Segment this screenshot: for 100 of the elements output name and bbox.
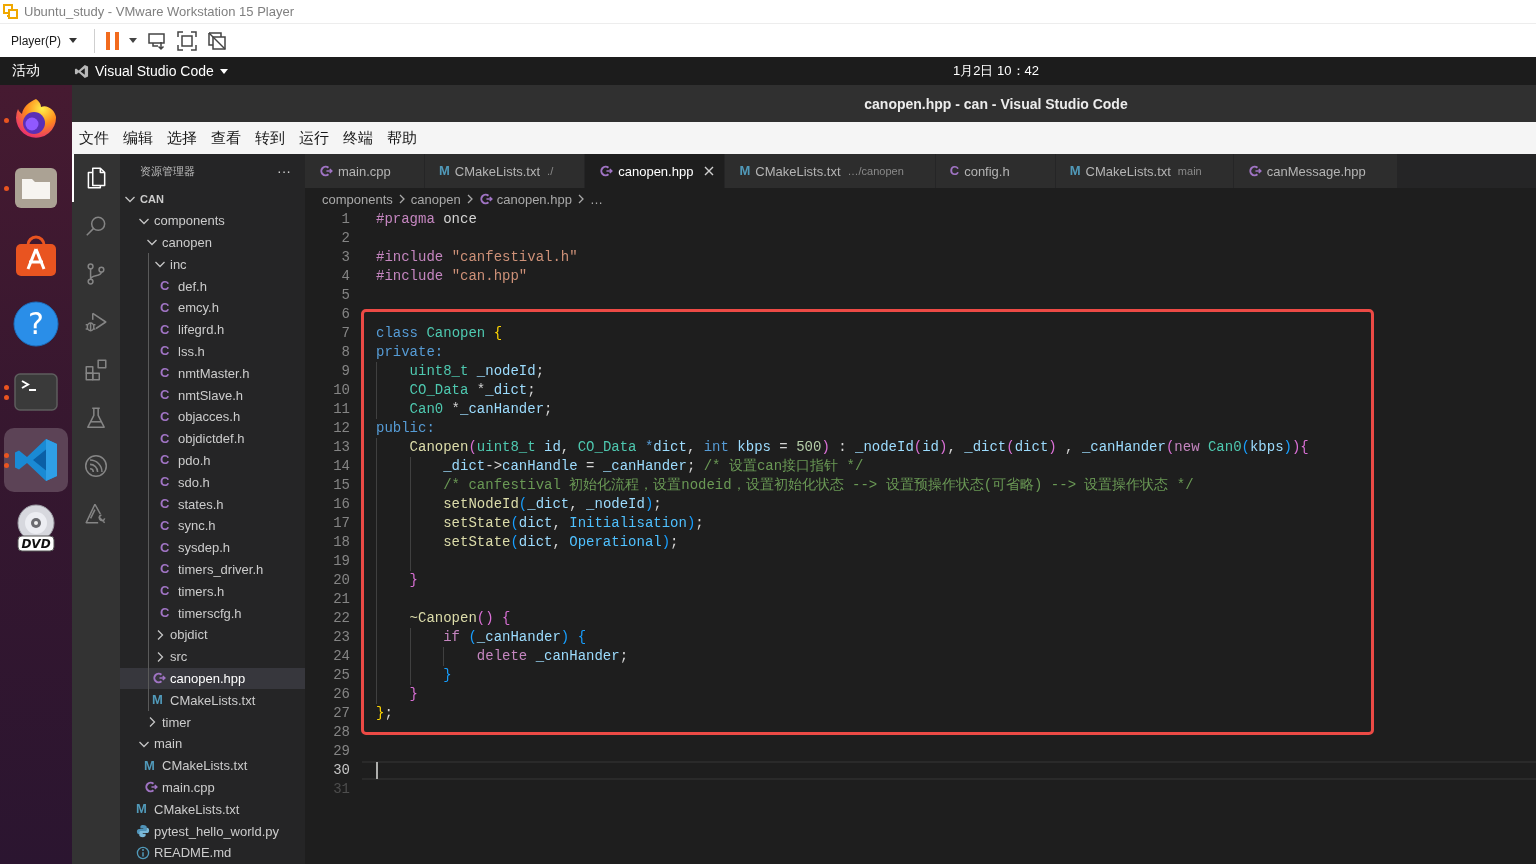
file-item[interactable]: M CMakeLists.txt	[120, 689, 305, 712]
line-number: 23	[333, 628, 350, 647]
code-line: Canopen(uint8_t id, CO_Data *dict, int kbps = 500) : _nodeId(id), _dict(dict) , _canHander(new Can0(kbps)){	[409, 438, 1309, 457]
crossed-window-icon[interactable]	[207, 30, 227, 51]
code-line: /* canfestival 初始化流程，设置nodeid，设置初始化状态 --> 设置预操作状态(可省略) --> 设置操作状态 */	[443, 476, 1194, 495]
wave-circle-icon	[83, 453, 109, 479]
c-file-icon: C	[160, 518, 170, 533]
line-number: 2	[341, 229, 350, 248]
breadcrumb-item[interactable]: …	[589, 191, 603, 207]
file-item[interactable]: pytest_hello_world.py	[120, 820, 305, 842]
file-item[interactable]: C sync.h	[120, 514, 305, 537]
file-item[interactable]: C objacces.h	[120, 405, 305, 428]
editor-tab[interactable]: C config.h	[935, 154, 1056, 188]
editor-tab[interactable]: canopen.hpp	[585, 154, 726, 188]
c-file-icon: C	[160, 279, 170, 294]
folder-item[interactable]: main	[120, 732, 305, 755]
line-number: 15	[333, 476, 350, 495]
menu-item[interactable]: 终端	[336, 125, 380, 151]
breadcrumb-item[interactable]: canopen.hpp	[478, 191, 572, 207]
file-item[interactable]: C lss.h	[120, 340, 305, 363]
line-number: 13	[333, 438, 350, 457]
cmake-file-icon: M	[144, 758, 155, 773]
line-number: 7	[341, 324, 350, 343]
more-actions-button[interactable]: ···	[277, 163, 291, 179]
c-file-icon: C	[160, 322, 170, 337]
breadcrumb-item[interactable]: components	[322, 191, 393, 207]
file-item[interactable]: M CMakeLists.txt	[120, 798, 305, 821]
file-item[interactable]: C timers.h	[120, 580, 305, 603]
monitor-arrow-icon[interactable]	[147, 30, 167, 51]
panel-title: 资源管理器	[140, 163, 195, 179]
file-item[interactable]: C objdictdef.h	[120, 427, 305, 450]
code-line: }	[409, 685, 418, 704]
menu-item[interactable]: 转到	[248, 125, 292, 151]
file-item[interactable]: C sysdep.h	[120, 536, 305, 559]
menu-item[interactable]: 查看	[204, 125, 248, 151]
clock-button[interactable]: 1月2日 10：42	[953, 62, 1039, 80]
file-item[interactable]: C pdo.h	[120, 449, 305, 472]
line-number: 22	[333, 609, 350, 628]
file-item[interactable]: canopen.hpp	[120, 667, 305, 690]
app-menu-button[interactable]: Visual Studio Code	[74, 63, 228, 79]
c-file-icon: C	[160, 388, 170, 403]
line-number: 28	[333, 723, 350, 742]
caret-icon	[219, 68, 228, 74]
pause-icon[interactable]	[105, 30, 121, 51]
file-item[interactable]: C emcy.h	[120, 297, 305, 319]
line-number: 25	[333, 666, 350, 685]
menu-item[interactable]: 文件	[72, 125, 116, 151]
workspace-folder-item[interactable]: CAN	[120, 188, 305, 210]
folder-item[interactable]: src	[120, 645, 305, 668]
caret-icon[interactable]	[129, 38, 137, 43]
folder-item[interactable]: canopen	[120, 231, 305, 254]
code-line: CO_Data *_dict;	[409, 381, 536, 400]
python-file-icon	[136, 824, 150, 838]
code-line: public:	[376, 419, 435, 438]
file-item[interactable]: README.md	[120, 841, 305, 864]
code-line: if (_canHander) {	[443, 628, 587, 647]
line-number: 8	[341, 343, 350, 362]
file-item[interactable]: C timers_driver.h	[120, 558, 305, 581]
code-line: private:	[376, 343, 444, 362]
c-file-icon: C	[160, 300, 170, 315]
code-line: class Canopen {	[376, 324, 503, 343]
line-number: 6	[341, 305, 350, 324]
editor-tab[interactable]: M CMakeLists.txt …/canopen	[725, 154, 936, 188]
cpp-file-icon	[599, 164, 614, 178]
code-line: setState(dict, Operational);	[443, 533, 679, 552]
file-item[interactable]: C nmtSlave.h	[120, 384, 305, 406]
line-number: 3	[341, 248, 350, 267]
file-item[interactable]: C timerscfg.h	[120, 602, 305, 624]
menu-item[interactable]: 编辑	[116, 125, 160, 151]
file-item[interactable]: C def.h	[120, 275, 305, 297]
file-item[interactable]: C sdo.h	[120, 471, 305, 494]
file-item[interactable]: C lifegrd.h	[120, 318, 305, 341]
activities-button[interactable]: 活动	[0, 60, 52, 82]
line-number: 14	[333, 457, 350, 476]
breadcrumb-item[interactable]: canopen	[410, 191, 461, 207]
line-number: 20	[333, 571, 350, 590]
menu-item[interactable]: 帮助	[380, 125, 424, 151]
folder-item[interactable]: timer	[120, 711, 305, 733]
help-icon: ?	[12, 300, 60, 348]
file-item[interactable]: C states.h	[120, 493, 305, 515]
editor-tab[interactable]: M CMakeLists.txt ./	[425, 154, 586, 188]
folder-item[interactable]: inc	[120, 253, 305, 276]
line-number: 12	[333, 419, 350, 438]
dock-app-button[interactable]: DVD	[4, 496, 68, 560]
cmake-file-icon: M	[739, 164, 751, 178]
file-item[interactable]: main.cpp	[120, 776, 305, 799]
editor-tab[interactable]: canMessage.hpp	[1233, 154, 1398, 188]
editor-tab[interactable]: M CMakeLists.txt main	[1055, 154, 1234, 188]
file-item[interactable]: M CMakeLists.txt	[120, 754, 305, 777]
app-icon	[74, 63, 89, 79]
c-file-icon: C	[160, 453, 170, 468]
editor-tab[interactable]: main.cpp	[305, 154, 425, 188]
menu-item[interactable]: 运行	[292, 125, 336, 151]
folder-item[interactable]: objdict	[120, 623, 305, 646]
file-item[interactable]: C nmtMaster.h	[120, 362, 305, 385]
player-menu-button[interactable]: Player(P)	[4, 29, 84, 52]
menu-item[interactable]: 选择	[160, 125, 204, 151]
info-icon	[136, 845, 150, 860]
fullscreen-icon[interactable]	[177, 30, 197, 51]
folder-item[interactable]: components	[120, 209, 305, 232]
